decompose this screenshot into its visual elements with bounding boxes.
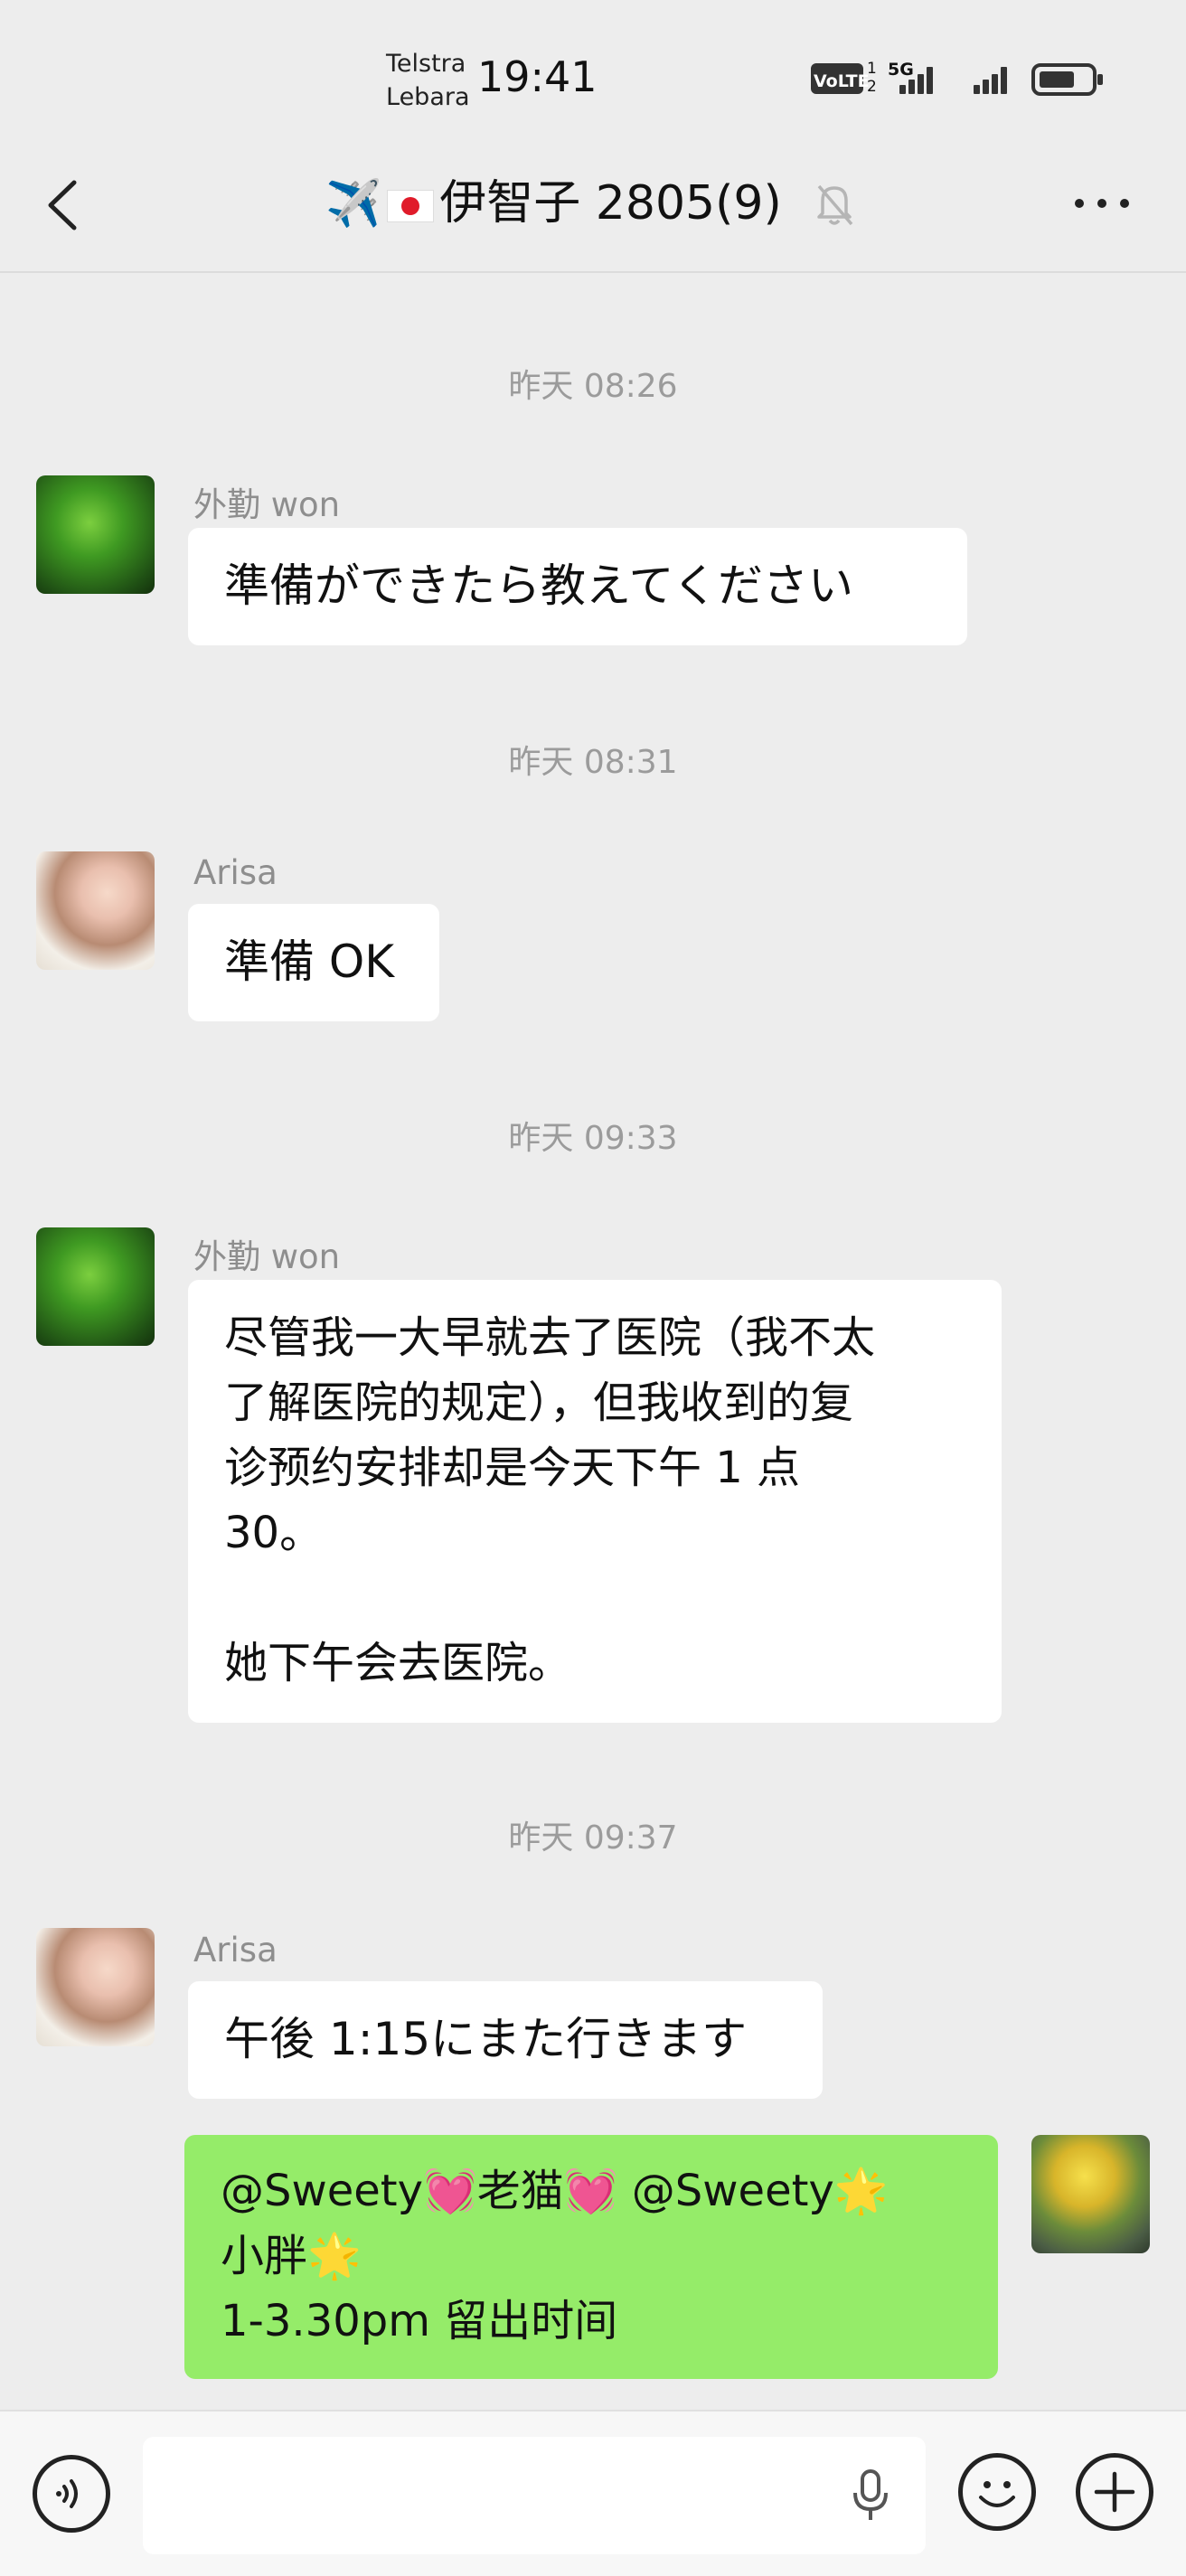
airplane-icon: ✈️ bbox=[325, 177, 382, 230]
input-bar bbox=[0, 2410, 1186, 2576]
clover-avatar[interactable] bbox=[36, 1227, 155, 1346]
clover-avatar[interactable] bbox=[36, 475, 155, 594]
carrier-names: Telstra Lebara bbox=[386, 47, 470, 114]
message-line: 诊预约安排却是今天下午 1 点 bbox=[224, 1443, 801, 1493]
back-icon[interactable] bbox=[38, 174, 92, 237]
more-options-icon[interactable] bbox=[1070, 181, 1134, 226]
microphone-icon[interactable] bbox=[848, 2468, 893, 2525]
message-bubble[interactable]: 準備 OK bbox=[188, 904, 439, 1021]
sim-label: 1 2 bbox=[867, 60, 877, 96]
message-timestamp: 昨天 08:31 bbox=[508, 744, 678, 781]
woman-with-flowers-avatar[interactable] bbox=[36, 1928, 155, 2046]
plus-icon[interactable] bbox=[1076, 2453, 1153, 2531]
volte-icon: VoLTE bbox=[811, 63, 870, 94]
outgoing-message-bubble[interactable]: @Sweety💓老猫💓 @Sweety🌟 小胖🌟 1-3.30pm 留出时间 bbox=[184, 2135, 998, 2379]
message-line: 小胖🌟 bbox=[221, 2231, 362, 2281]
message-line: 了解医院的规定），但我收到的复 bbox=[224, 1377, 854, 1428]
message-bubble[interactable]: 準備ができたら教えてください bbox=[188, 528, 967, 645]
voice-toggle-icon[interactable] bbox=[33, 2455, 110, 2533]
message-bubble[interactable]: 尽管我一大早就去了医院（我不太 了解医院的规定），但我收到的复 诊预约安排却是今… bbox=[188, 1280, 1002, 1723]
message-timestamp: 昨天 09:37 bbox=[508, 1819, 678, 1857]
battery-icon bbox=[1031, 63, 1103, 96]
message-line: 30。 bbox=[224, 1508, 324, 1558]
status-time: 19:41 bbox=[477, 52, 598, 101]
daffodils-avatar[interactable] bbox=[1031, 2135, 1150, 2253]
group-name: 伊智子 2805(9) bbox=[439, 176, 782, 230]
japan-flag-icon bbox=[387, 190, 435, 222]
message-line: 尽管我一大早就去了医院（我不太 bbox=[224, 1312, 876, 1363]
chat-title: ✈️ 伊智子 2805(9) bbox=[325, 172, 832, 235]
chat-header: ✈️ 伊智子 2805(9) bbox=[0, 145, 1186, 273]
sender-name: 外勤 won bbox=[193, 485, 341, 524]
carrier-1: Telstra bbox=[386, 50, 466, 78]
message-timestamp: 昨天 09:33 bbox=[508, 1120, 678, 1157]
message-input[interactable] bbox=[143, 2437, 926, 2554]
message-bubble[interactable]: 午後 1:15にまた行きます bbox=[188, 1981, 823, 2099]
message-line: 1-3.30pm 留出时间 bbox=[221, 2296, 618, 2346]
carrier-2: Lebara bbox=[386, 83, 470, 111]
status-bar: Telstra Lebara 19:41 VoLTE 1 2 5G bbox=[0, 0, 1186, 145]
message-timestamp: 昨天 08:26 bbox=[508, 368, 678, 405]
network-label: 5G bbox=[888, 60, 914, 80]
sender-name: Arisa bbox=[193, 853, 278, 892]
message-line: 她下午会去医院。 bbox=[224, 1638, 572, 1688]
sender-name: 外勤 won bbox=[193, 1237, 341, 1276]
emoji-icon[interactable] bbox=[958, 2453, 1036, 2531]
woman-with-flowers-avatar[interactable] bbox=[36, 851, 155, 970]
muted-bell-icon bbox=[812, 179, 857, 230]
message-line bbox=[224, 1565, 965, 1631]
message-line: @Sweety💓老猫💓 @Sweety🌟 bbox=[221, 2166, 889, 2216]
sender-name: Arisa bbox=[193, 1931, 278, 1970]
